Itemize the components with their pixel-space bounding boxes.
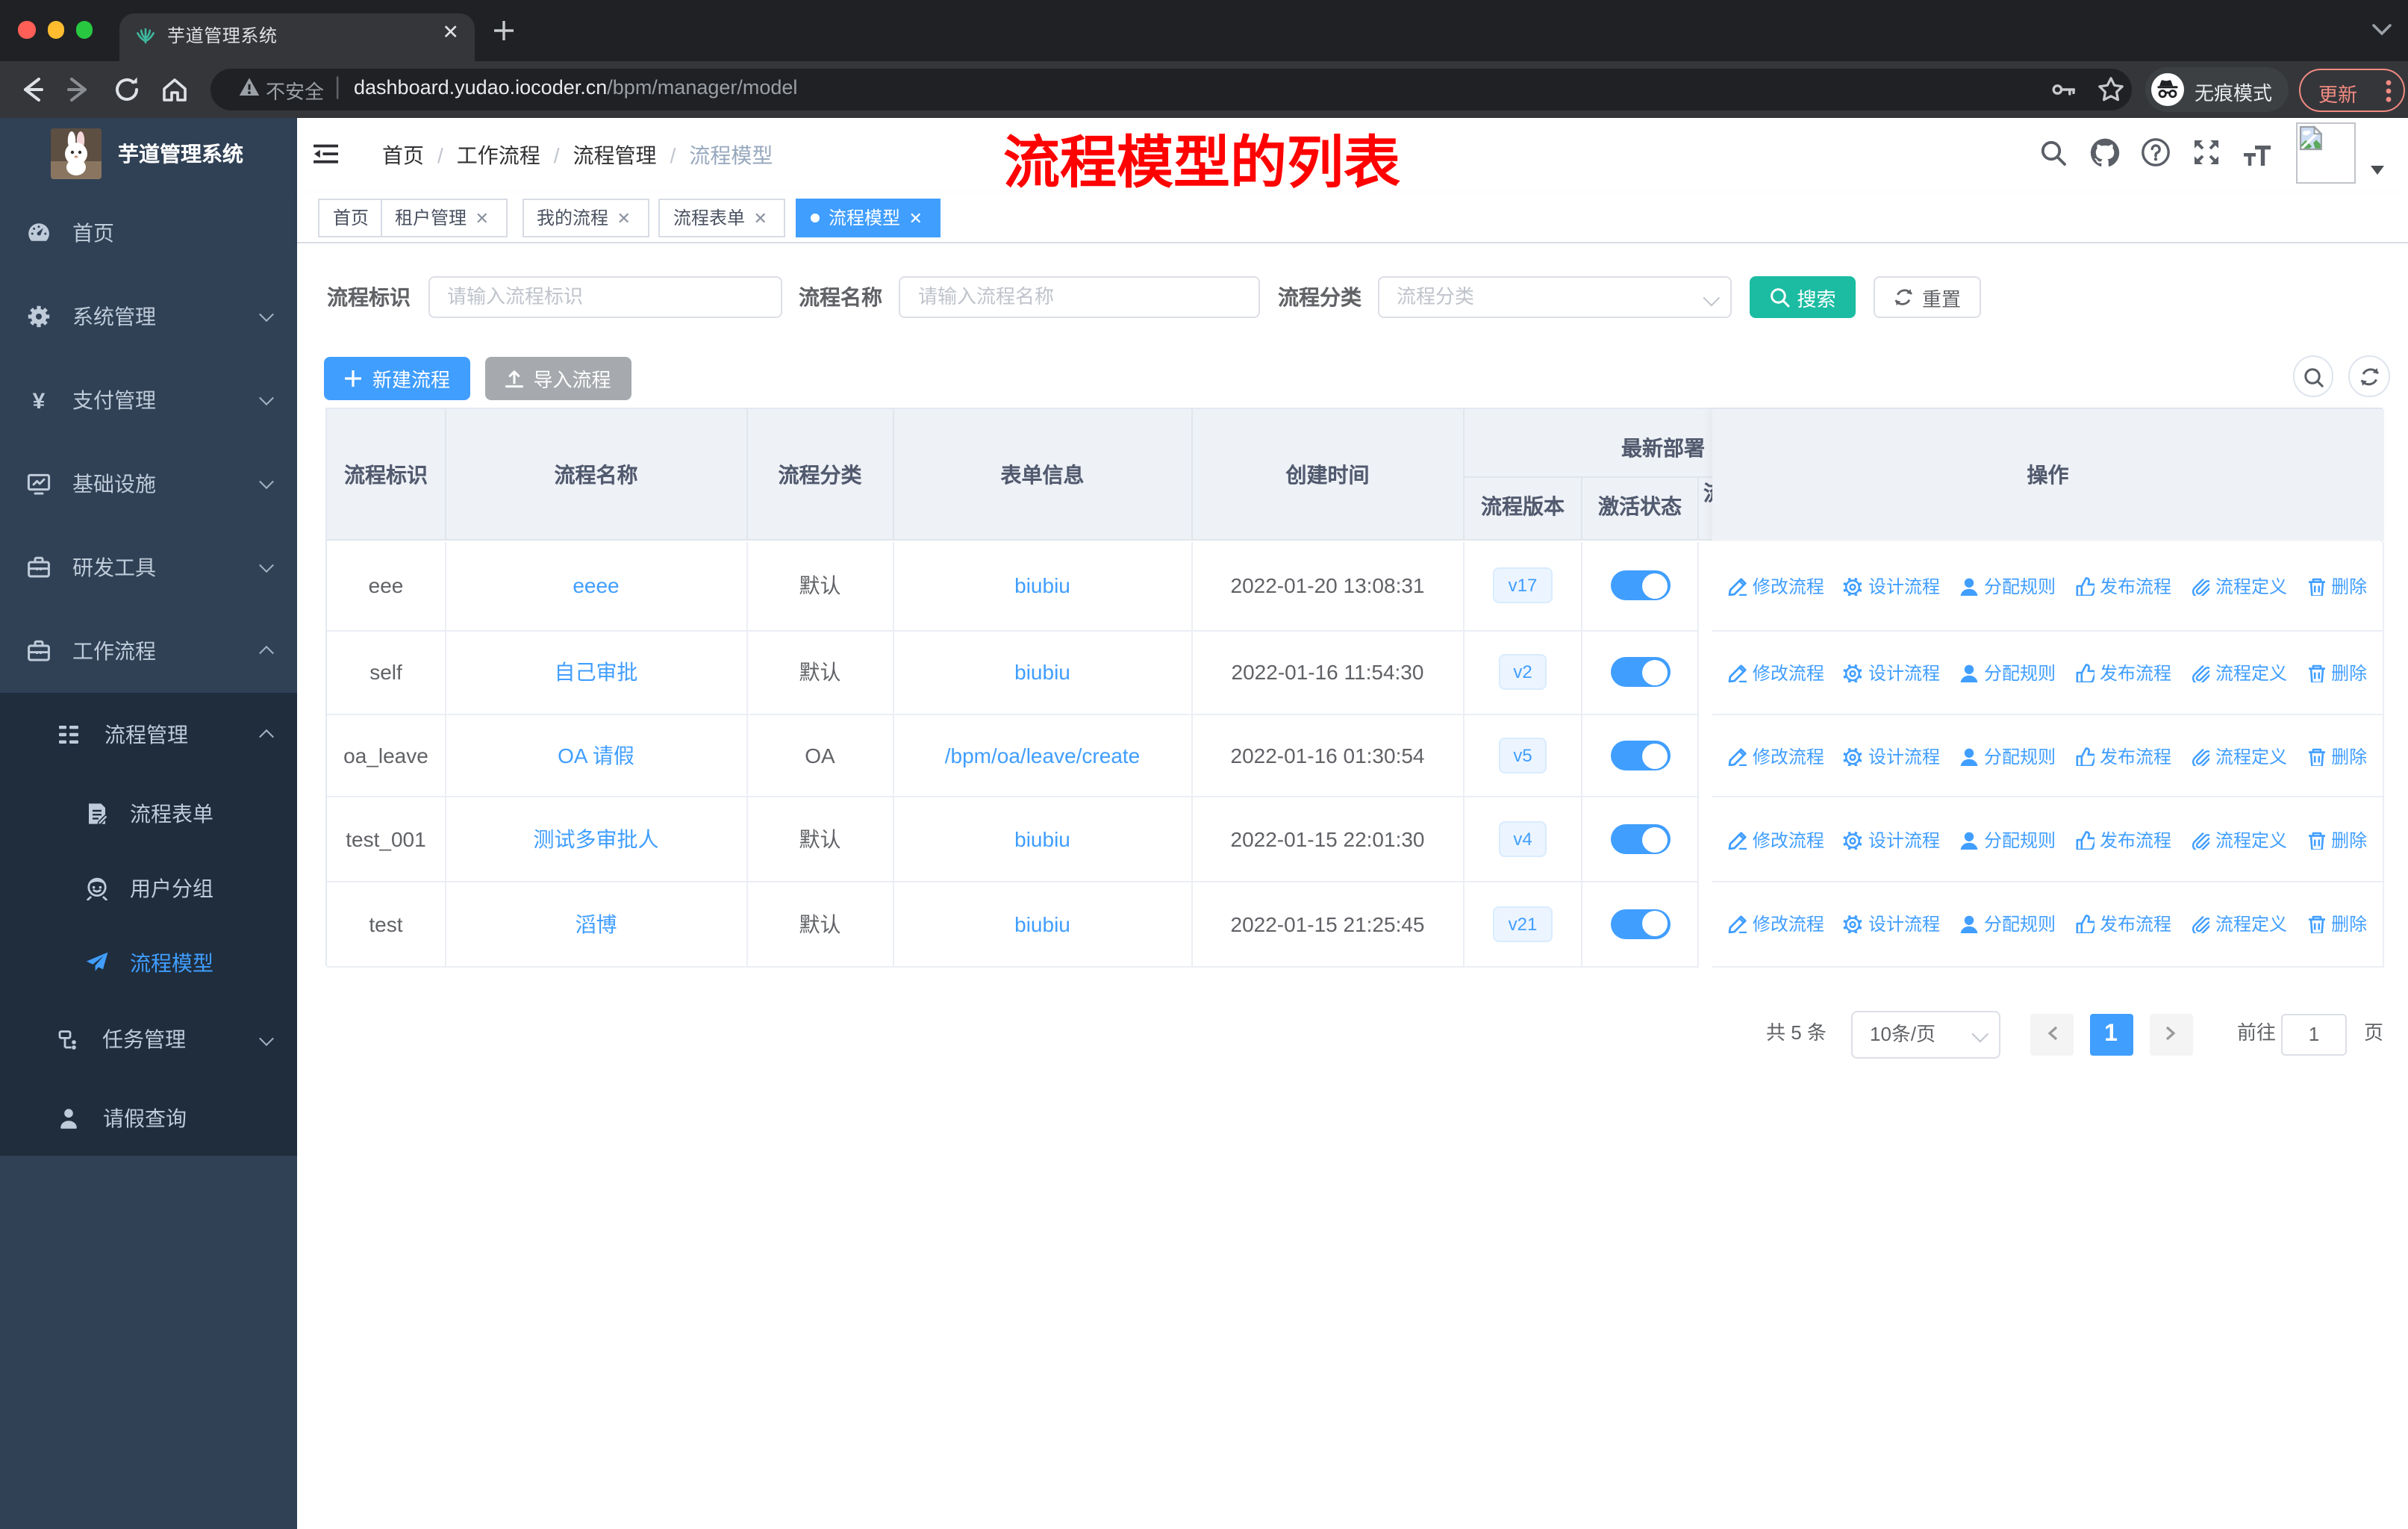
svg-text:¥: ¥ (33, 389, 46, 412)
